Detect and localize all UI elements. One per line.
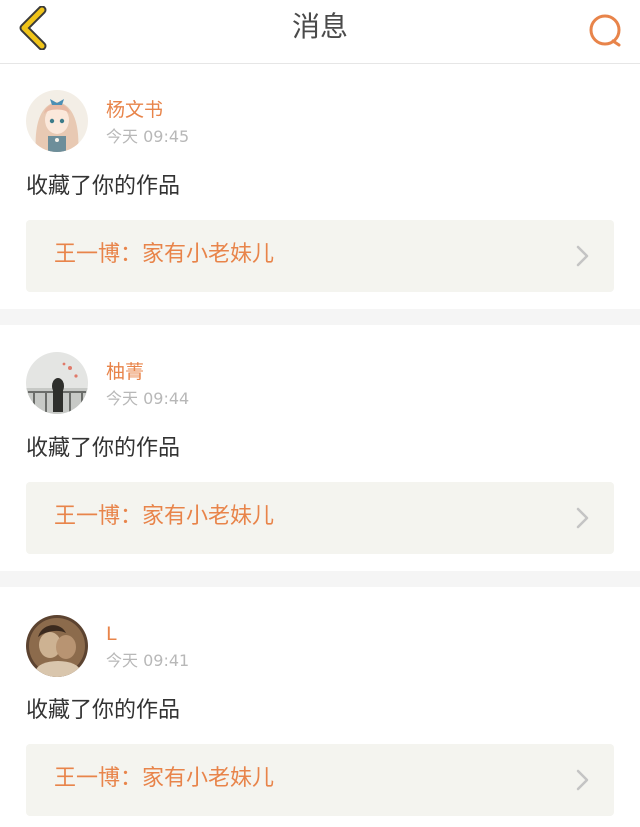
sender-name[interactable]: 杨文书 [106,98,163,122]
message-time: 今天 09:45 [106,127,190,146]
chevron-right-icon [576,769,589,791]
chevron-right-icon [576,507,589,529]
chevron-right-icon [576,245,589,267]
action-text: 收藏了你的作品 [26,436,181,461]
sender-name[interactable]: L [106,622,117,646]
work-title: 王一博：家有小老妹儿 [54,504,275,529]
message-card: 柚菁 今天 09:44 收藏了你的作品 王一博：家有小老妹儿 [0,325,640,571]
avatar[interactable] [26,90,88,152]
avatar[interactable] [26,352,88,414]
work-title: 王一博：家有小老妹儿 [54,242,275,267]
work-link[interactable]: 王一博：家有小老妹儿 [26,482,614,554]
action-text: 收藏了你的作品 [26,698,181,723]
message-time: 今天 09:44 [106,389,190,408]
work-link[interactable]: 王一博：家有小老妹儿 [26,744,614,816]
search-icon [589,14,621,47]
avatar-image [26,615,88,677]
work-link[interactable]: 王一博：家有小老妹儿 [26,220,614,292]
divider [0,571,640,587]
app-header: 消息 [0,0,640,64]
sender-name[interactable]: 柚菁 [106,360,144,384]
divider [0,309,640,325]
message-card: L 今天 09:41 收藏了你的作品 王一博：家有小老妹儿 [0,587,640,827]
work-title: 王一博：家有小老妹儿 [54,766,275,791]
action-text: 收藏了你的作品 [26,174,181,199]
avatar[interactable] [26,615,88,677]
page-title: 消息 [291,10,348,43]
message-time: 今天 09:41 [106,651,190,670]
avatar-image [26,352,88,414]
search-button[interactable] [586,8,626,48]
avatar-image [26,90,88,152]
message-card: 杨文书 今天 09:45 收藏了你的作品 王一博：家有小老妹儿 [0,65,640,309]
